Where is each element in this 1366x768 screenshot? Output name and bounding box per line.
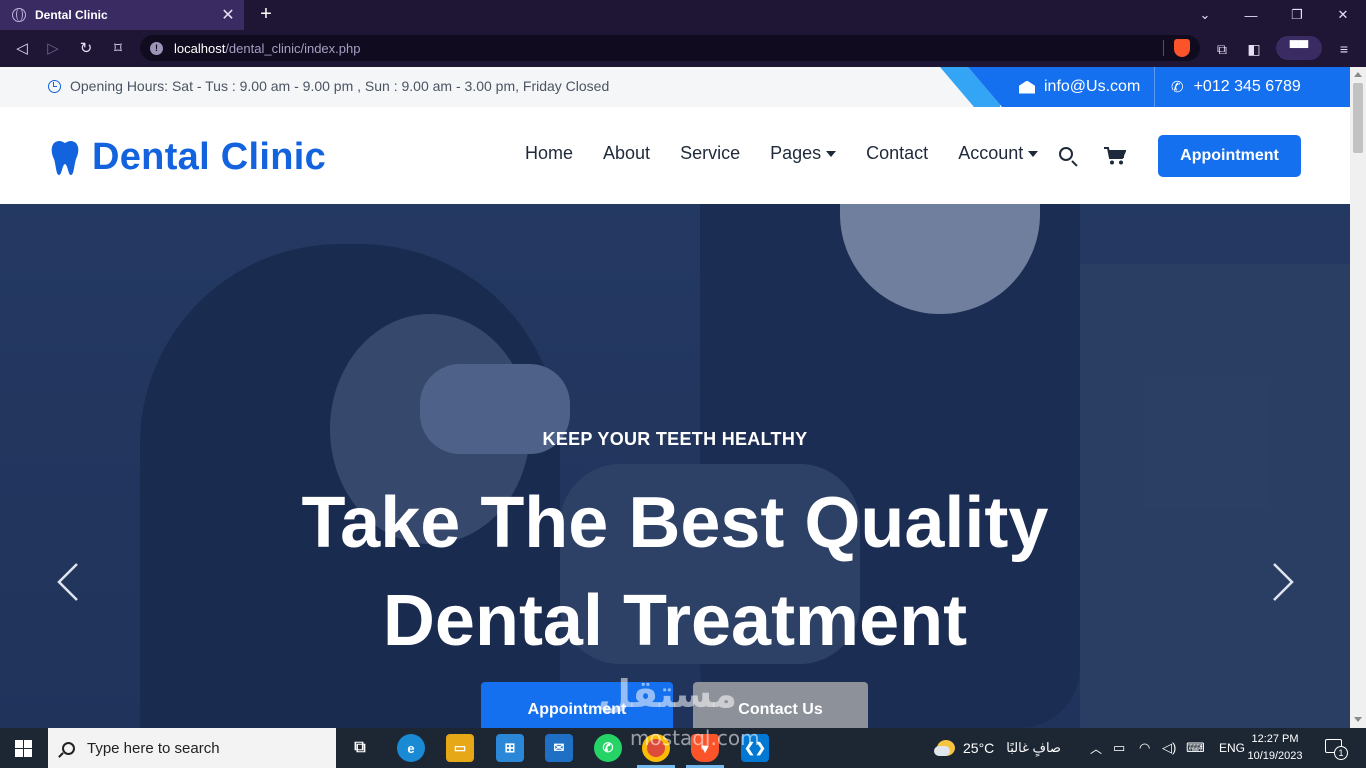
nav-service-label: Service (680, 143, 741, 163)
opening-hours: Opening Hours: Sat - Tus : 9.00 am - 9.0… (48, 78, 609, 94)
weather-icon (934, 740, 955, 756)
search-icon (62, 741, 75, 755)
browser-toolbar: ◁ ▷ ↻ ⌑ ! localhost /dental_clinic/index… (0, 30, 1366, 67)
scroll-down-icon[interactable] (1354, 717, 1362, 722)
email-text: info@Us.com (1044, 78, 1141, 95)
top-info-bar: Opening Hours: Sat - Tus : 9.00 am - 9.0… (0, 67, 1350, 107)
hero-title-line2: Dental Treatment (382, 581, 968, 661)
nav-about-label: About (603, 143, 651, 163)
carousel-next-icon[interactable] (1270, 562, 1296, 602)
private-window-icon[interactable]: ▀▀ (1276, 36, 1322, 60)
reload-icon[interactable]: ↻ (75, 38, 97, 60)
search-icon[interactable] (1059, 147, 1073, 161)
url-path: /dental_clinic/index.php (225, 40, 361, 56)
restore-button[interactable]: ❐ (1274, 0, 1320, 30)
site-header: Dental Clinic Home About Service Pages C… (0, 107, 1350, 204)
nav-home[interactable]: Home (525, 143, 573, 164)
clock-date: 10/19/2023 (1247, 750, 1303, 762)
scroll-up-icon[interactable] (1354, 72, 1362, 77)
watermark-subtext: mostaql.com (630, 726, 760, 750)
extensions-icon[interactable]: ⧉ (1211, 38, 1233, 60)
hero-kicker: KEEP YOUR TEETH HEALTHY (542, 429, 808, 449)
taskbar-clock[interactable]: 12:27 PM 10/19/2023 (1243, 731, 1307, 765)
watermark-logo: مستقل (598, 672, 737, 716)
email-link[interactable]: info@Us.com (1019, 67, 1140, 107)
volume-icon[interactable]: ◁) (1162, 728, 1176, 768)
taskbar-search[interactable]: Type here to search (48, 728, 336, 768)
nav-account[interactable]: Account (958, 143, 1039, 164)
url-host: localhost (174, 40, 226, 56)
tab-close-icon[interactable]: ✕ (216, 5, 240, 25)
page-scrollbar[interactable] (1350, 67, 1366, 728)
caret-down-icon (826, 150, 837, 157)
nav-contact[interactable]: Contact (866, 143, 928, 164)
minimize-button[interactable]: — (1228, 0, 1274, 30)
scroll-thumb[interactable] (1353, 83, 1363, 153)
chevron-up-icon[interactable]: ︿ (1090, 728, 1102, 768)
edge-icon[interactable]: e (397, 734, 425, 762)
envelope-icon (1019, 80, 1035, 94)
task-view-icon[interactable]: ⧉ (346, 734, 374, 762)
main-nav: Home About Service Pages Contact Account (525, 143, 1068, 164)
hero-title-line1: Take The Best Quality (301, 483, 1049, 563)
forward-icon[interactable]: ▷ (42, 38, 64, 60)
nav-about[interactable]: About (603, 143, 650, 164)
site-info-icon[interactable]: ! (150, 41, 163, 55)
contact-divider (1154, 67, 1155, 107)
language-indicator[interactable]: ENG (1219, 728, 1245, 768)
notification-badge: 1 (1334, 746, 1348, 760)
logo-text: Dental Clinic (92, 136, 327, 178)
nav-contact-label: Contact (866, 143, 929, 163)
keyboard-icon[interactable]: ⌨ (1186, 728, 1205, 768)
url-separator (1163, 40, 1164, 56)
website-viewport: Opening Hours: Sat - Tus : 9.00 am - 9.0… (0, 67, 1350, 728)
opening-hours-text: Opening Hours: Sat - Tus : 9.00 am - 9.0… (70, 78, 610, 94)
close-window-button[interactable]: ✕ (1320, 0, 1366, 30)
windows-start-icon[interactable] (15, 740, 32, 757)
mail-icon[interactable]: ✉ (545, 734, 573, 762)
nav-service[interactable]: Service (680, 143, 740, 164)
hero-carousel: KEEP YOUR TEETH HEALTHY Take The Best Qu… (0, 204, 1350, 728)
carousel-prev-icon[interactable] (55, 562, 81, 602)
menu-icon[interactable]: ≡ (1333, 38, 1355, 60)
browser-tab[interactable]: Dental Clinic ✕ (0, 0, 244, 30)
nav-pages-label: Pages (770, 143, 822, 163)
taskbar-search-placeholder: Type here to search (87, 739, 220, 757)
new-tab-button[interactable]: + (256, 2, 276, 26)
nav-account-label: Account (958, 143, 1024, 163)
weather-text: صافٍ غالبًا (1006, 740, 1061, 755)
battery-icon[interactable]: ▭ (1113, 728, 1125, 768)
phone-text: +012 345 6789 (1193, 78, 1301, 95)
nav-pages[interactable]: Pages (770, 143, 837, 164)
bookmark-icon[interactable]: ⌑ (107, 38, 129, 60)
tab-search-icon[interactable]: ⌄ (1182, 0, 1228, 30)
back-icon[interactable]: ◁ (11, 38, 33, 60)
hero-title: Take The Best Quality Dental Treatment (0, 474, 1350, 670)
appointment-button[interactable]: Appointment (1158, 135, 1301, 177)
sidebar-icon[interactable]: ◧ (1243, 38, 1265, 60)
clock-icon (48, 79, 61, 93)
nav-home-label: Home (525, 143, 574, 163)
caret-down-icon (1028, 150, 1039, 157)
store-icon[interactable]: ⊞ (496, 734, 524, 762)
clock-time: 12:27 PM (1251, 733, 1299, 745)
cart-icon[interactable] (1104, 147, 1126, 165)
tooth-icon (51, 140, 79, 175)
whatsapp-icon[interactable]: ✆ (594, 734, 622, 762)
phone-link[interactable]: ✆ +012 345 6789 (1171, 67, 1301, 107)
tab-title: Dental Clinic (35, 8, 108, 22)
address-bar[interactable]: ! localhost /dental_clinic/index.php (140, 35, 1200, 61)
brave-shield-icon[interactable] (1174, 39, 1190, 57)
site-logo[interactable]: Dental Clinic (50, 136, 326, 179)
wifi-icon[interactable]: ◠ (1139, 728, 1150, 768)
weather-temp: 25°C (963, 740, 995, 756)
file-explorer-icon[interactable]: ▭ (446, 734, 474, 762)
globe-icon (12, 8, 26, 22)
weather-widget[interactable]: 25°C صافٍ غالبًا (934, 728, 1061, 768)
phone-icon: ✆ (1171, 79, 1184, 96)
browser-tab-bar: Dental Clinic ✕ + ⌄ — ❐ ✕ (0, 0, 1366, 30)
